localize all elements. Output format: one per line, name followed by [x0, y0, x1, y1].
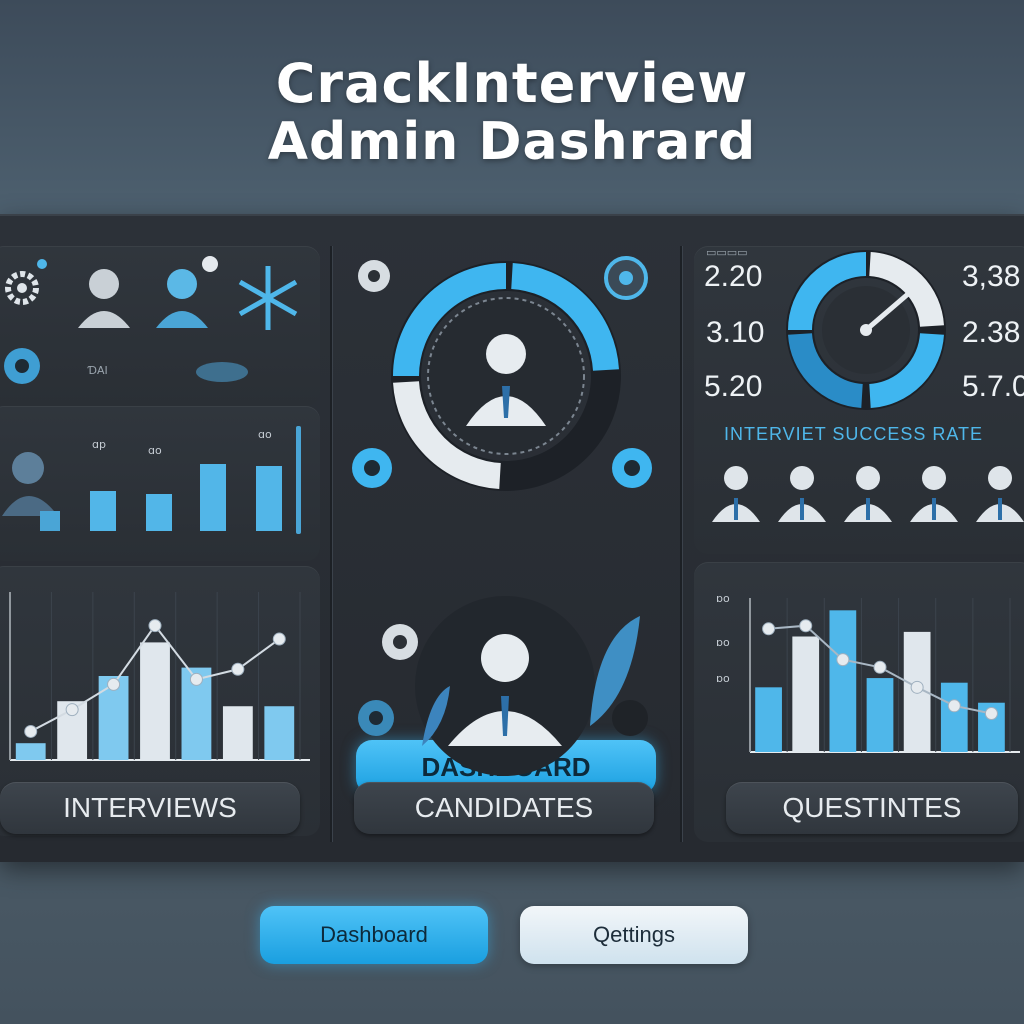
gear-icon: [5, 271, 39, 305]
data-point: [65, 703, 79, 717]
bar: [792, 636, 820, 752]
bar: [264, 706, 295, 760]
column-divider: [330, 246, 332, 842]
bar: [15, 743, 46, 760]
interviews-line-chart: [9, 592, 310, 761]
interviews-button[interactable]: INTERVIEWS: [0, 782, 300, 834]
avatar: [778, 466, 826, 522]
candidates-button[interactable]: CANDIDATES: [354, 782, 654, 834]
decorative-icons: [352, 256, 652, 488]
data-point: [984, 707, 998, 720]
bar: [40, 511, 60, 531]
page-subtitle: Admin Dashrard: [267, 112, 757, 172]
candidates-illustration: [358, 596, 648, 776]
column-divider: [680, 246, 682, 842]
data-point: [799, 619, 813, 633]
questions-bar-chart: [749, 598, 1020, 753]
nav-dashboard-button[interactable]: Dashboard: [260, 906, 488, 964]
bar: [866, 678, 894, 752]
data-point: [836, 653, 850, 667]
stat-value: 3,38: [962, 260, 1021, 293]
user-avatars-row: [712, 466, 1024, 522]
bar-label: ɑp: [92, 438, 106, 451]
stat-value: 5.20: [704, 370, 763, 403]
dot-icon: [37, 259, 47, 269]
data-point: [873, 660, 887, 674]
axis-tick: ɒo: [716, 636, 730, 649]
data-point: [272, 632, 286, 646]
user-icon: [78, 269, 130, 328]
avatar: [976, 466, 1024, 522]
badge-icon: [612, 700, 648, 736]
stat-value: 5.7.0: [962, 370, 1024, 403]
scroll-track: [296, 426, 301, 534]
questions-button[interactable]: QUESTINTES: [726, 782, 1018, 834]
axis-tick: ɒo: [716, 592, 730, 605]
success-rate-label: INTERVIET SUCCESS RATE: [724, 424, 984, 444]
bar-label: ɑo: [258, 428, 272, 441]
nav-settings-button[interactable]: Qettings: [520, 906, 748, 964]
snowflake-icon: [238, 266, 298, 330]
bar: [755, 687, 782, 752]
data-point: [189, 672, 203, 686]
dashboard-board: ƊAI ɑp ɑo ɑo INTERVIEWS DASHBOARD: [0, 214, 1024, 862]
user-group-icon: [2, 452, 58, 516]
app-title: CrackInterview: [275, 52, 749, 115]
bar: [940, 682, 968, 752]
success-rate-gauge: [786, 250, 946, 410]
bar: [256, 466, 282, 531]
bar: [90, 491, 116, 531]
data-point: [107, 677, 121, 691]
data-point: [762, 622, 776, 636]
mini-bar-chart: [2, 426, 301, 534]
bar: [140, 642, 170, 760]
bar: [200, 464, 226, 531]
flower-icon: [4, 348, 40, 384]
avatar: [910, 466, 958, 522]
stat-caption: ▭▭▭▭: [706, 246, 748, 259]
cloud-icon: [196, 362, 248, 382]
bar: [829, 610, 857, 752]
bar: [222, 706, 253, 760]
stat-value: 3.10: [706, 316, 765, 349]
bar: [146, 494, 172, 531]
data-point: [231, 662, 245, 676]
avatar: [712, 466, 760, 522]
data-point: [947, 699, 961, 713]
bar-label: ɑo: [148, 444, 162, 457]
data-point: [148, 619, 162, 633]
icon-grid: [4, 256, 298, 384]
data-point: [910, 680, 924, 694]
icon-caption: ƊAI: [88, 364, 108, 377]
small-gear-icon: [202, 256, 218, 272]
axis-tick: ɒo: [716, 672, 730, 685]
stat-value: 2.38: [962, 316, 1021, 349]
data-point: [24, 724, 38, 738]
stat-value: 2.20: [704, 260, 763, 293]
avatar: [844, 466, 892, 522]
user-icon: [156, 269, 208, 328]
